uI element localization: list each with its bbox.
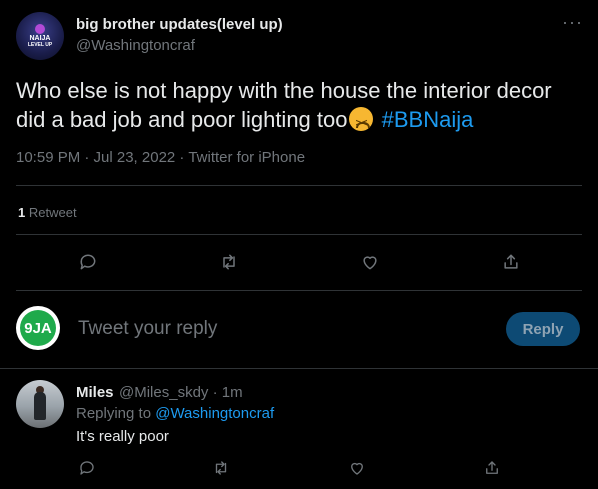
- avatar-text-line2: LEVEL UP: [27, 42, 53, 48]
- divider: [0, 368, 598, 369]
- user-avatar-text: 9JA: [20, 310, 56, 346]
- more-options-icon[interactable]: ···: [562, 12, 583, 33]
- replying-to-link[interactable]: @Washingtoncraf: [155, 405, 274, 422]
- retweet-label: Retweet: [28, 205, 77, 220]
- replying-to: Replying to @Washingtoncraf: [76, 405, 274, 422]
- retweet-count[interactable]: 1 Retweet: [18, 205, 77, 220]
- reply-text: It's really poor: [76, 428, 169, 445]
- reply-author-handle-time[interactable]: @Miles_skdy · 1m: [119, 384, 243, 401]
- author-name[interactable]: big brother updates(level up): [76, 16, 283, 33]
- like-icon[interactable]: [346, 457, 368, 479]
- divider: [16, 234, 582, 235]
- divider: [16, 185, 582, 186]
- hashtag-link[interactable]: #BBNaija: [382, 107, 474, 132]
- reply-author-name[interactable]: Miles: [76, 384, 114, 401]
- reply-input[interactable]: Tweet your reply: [78, 318, 217, 340]
- share-icon[interactable]: [500, 251, 522, 273]
- share-icon[interactable]: [481, 457, 503, 479]
- retweet-icon[interactable]: [210, 457, 232, 479]
- reply-icon[interactable]: [76, 457, 98, 479]
- reply-icon[interactable]: [77, 251, 99, 273]
- reply-button[interactable]: Reply: [506, 312, 580, 346]
- tweet-text: Who else is not happy with the house the…: [16, 76, 586, 138]
- replying-prefix: Replying to: [76, 405, 152, 422]
- divider: [16, 290, 582, 291]
- avatar-text-line1: NAIJA: [29, 35, 51, 42]
- avatar-figure-body: [34, 392, 46, 420]
- like-icon[interactable]: [359, 251, 381, 273]
- user-avatar[interactable]: 9JA: [16, 306, 60, 350]
- author-handle[interactable]: @Washingtoncraf: [76, 37, 195, 54]
- reply-author-avatar[interactable]: [16, 380, 64, 428]
- eye-logo-icon: [35, 24, 45, 34]
- tired-face-emoji-icon: [349, 107, 374, 138]
- retweet-number: 1: [18, 205, 26, 220]
- author-avatar[interactable]: NAIJA LEVEL UP: [16, 12, 64, 60]
- retweet-icon[interactable]: [218, 251, 240, 273]
- tweet-timestamp[interactable]: 10:59 PM · Jul 23, 2022 · Twitter for iP…: [16, 149, 305, 166]
